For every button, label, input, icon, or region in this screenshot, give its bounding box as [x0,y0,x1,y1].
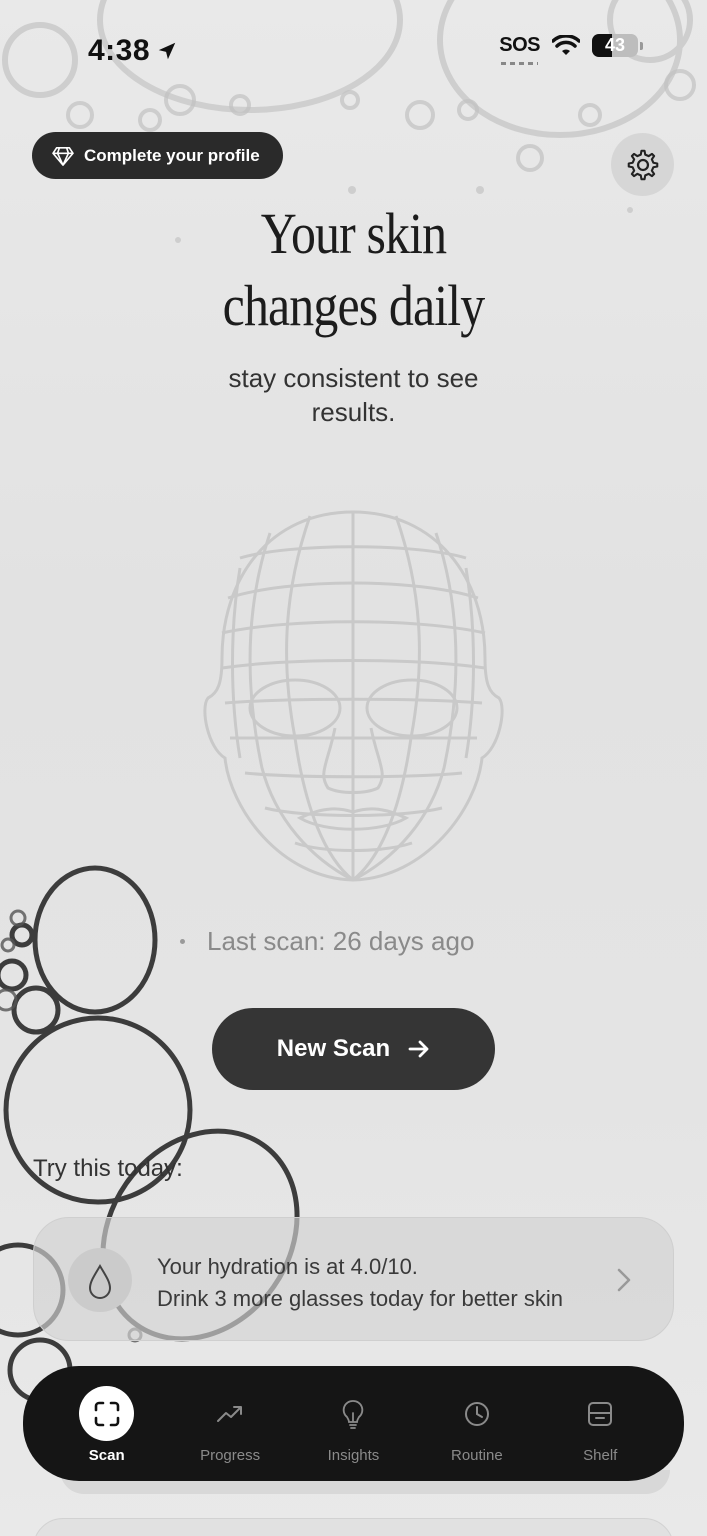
battery-level: 43 [604,35,626,55]
complete-profile-button[interactable]: Complete your profile [32,132,283,179]
tip-card[interactable]: Your hydration is at 4.0/10. Drink 3 mor… [33,1217,674,1341]
page-subtitle: stay consistent to see results. [0,361,707,429]
chevron-right-icon [617,1268,631,1292]
battery-tip [640,41,643,50]
tip-line-2: Drink 3 more glasses today for better sk… [157,1286,563,1311]
title-line-1: Your skin [260,201,447,266]
carrier-sos: SOS [499,34,540,65]
tab-shelf[interactable]: Shelf [545,1366,655,1464]
page-title: Your skin changes daily [49,198,657,342]
last-scan-text: Last scan: 26 days ago [207,926,475,956]
tip-text: Your hydration is at 4.0/10. Drink 3 mor… [157,1251,563,1315]
location-arrow-icon [158,42,176,60]
settings-button[interactable] [611,133,674,196]
scan-icon [79,1386,135,1441]
last-scan-info: Last scan: 26 days ago [180,926,474,957]
trend-icon [203,1386,258,1441]
face-mesh-illustration [203,510,504,882]
complete-profile-label: Complete your profile [84,145,260,165]
status-dot [180,939,185,944]
subtitle-line-1: stay consistent to see [228,363,479,393]
tab-label: Progress [200,1447,261,1464]
tab-progress[interactable]: Progress [175,1366,285,1464]
diamond-icon [52,146,74,166]
tab-routine[interactable]: Routine [422,1366,532,1464]
new-scan-button[interactable]: New Scan [212,1008,495,1090]
water-drop-icon [68,1248,132,1312]
new-scan-label: New Scan [276,1035,391,1062]
tip-line-1: Your hydration is at 4.0/10. [157,1254,418,1279]
tab-insights[interactable]: Insights [298,1366,408,1464]
home-screen: 4:38 SOS 43 Complete your profile Your s… [0,0,707,1536]
gear-icon [627,149,658,180]
clock-icon [449,1386,504,1441]
tab-scan[interactable]: Scan [52,1366,162,1464]
arrow-right-icon [408,1040,429,1058]
status-indicators: SOS 43 [499,34,643,65]
tab-label: Scan [88,1447,125,1464]
tips-heading: Try this today: [33,1155,183,1182]
tab-label: Shelf [583,1447,618,1464]
title-line-2: changes daily [222,273,486,338]
wifi-icon [552,34,580,55]
lightbulb-icon [326,1386,381,1441]
subtitle-line-2: results. [311,397,396,427]
bottom-tab-bar: Scan Progress Insights Routine Shelf [23,1366,684,1481]
shelf-icon [573,1386,628,1441]
tab-label: Insights [327,1447,380,1464]
status-time: 4:38 [88,34,178,68]
tab-label: Routine [451,1447,503,1464]
status-time-text: 4:38 [88,34,151,67]
battery-indicator: 43 [592,34,638,57]
next-card-peek [33,1518,674,1536]
